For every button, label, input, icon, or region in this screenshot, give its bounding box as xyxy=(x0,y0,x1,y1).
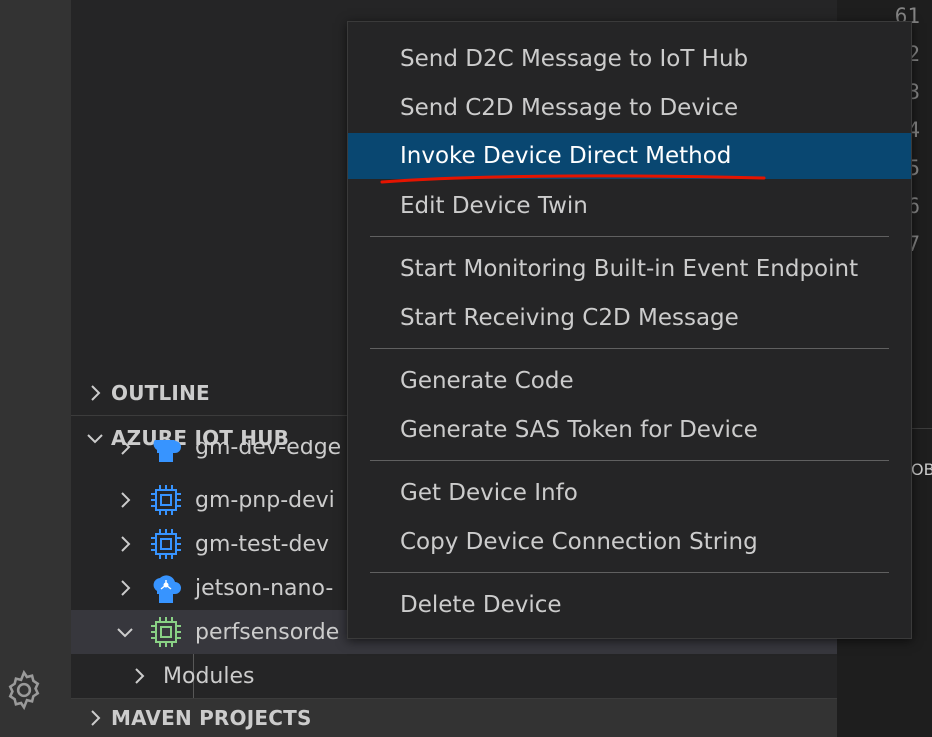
edge-device-icon xyxy=(153,440,181,462)
activity-bar xyxy=(0,0,71,737)
tree-row-modules[interactable]: Modules xyxy=(71,654,837,698)
device-label: gm-dev-edge xyxy=(195,440,342,460)
outline-label: OUTLINE xyxy=(111,381,210,405)
device-label: perfsensorde xyxy=(195,619,340,645)
menu-item-send-c2d[interactable]: Send C2D Message to Device xyxy=(348,85,911,131)
chip-device-icon-green xyxy=(151,617,181,647)
menu-separator xyxy=(370,348,889,349)
maven-projects-section-header[interactable]: MAVEN PROJECTS xyxy=(71,698,837,737)
device-label: gm-pnp-devi xyxy=(195,487,335,513)
device-label: gm-test-dev xyxy=(195,531,330,557)
chevron-right-icon xyxy=(121,536,131,552)
chevron-right-icon xyxy=(91,385,101,401)
menu-item-get-device-info[interactable]: Get Device Info xyxy=(348,470,911,516)
menu-item-start-receiving-c2d[interactable]: Start Receiving C2D Message xyxy=(348,295,911,341)
modules-label: Modules xyxy=(163,663,255,689)
menu-item-start-monitoring[interactable]: Start Monitoring Built-in Event Endpoint xyxy=(348,246,911,292)
menu-item-delete-device[interactable]: Delete Device xyxy=(348,582,911,628)
chip-device-icon xyxy=(151,485,181,515)
edge-device-icon xyxy=(153,575,181,603)
menu-item-edit-device-twin[interactable]: Edit Device Twin xyxy=(348,183,911,229)
chevron-right-icon xyxy=(121,580,131,596)
maven-projects-label: MAVEN PROJECTS xyxy=(111,706,312,730)
chevron-down-icon xyxy=(117,628,133,638)
menu-separator xyxy=(370,572,889,573)
menu-separator xyxy=(370,460,889,461)
gear-icon[interactable] xyxy=(2,668,46,712)
context-menu: Send D2C Message to IoT Hub Send C2D Mes… xyxy=(347,21,912,639)
chevron-right-icon xyxy=(121,492,131,508)
red-annotation-underline xyxy=(380,174,766,184)
menu-item-send-d2c[interactable]: Send D2C Message to IoT Hub xyxy=(348,36,911,82)
menu-item-generate-code[interactable]: Generate Code xyxy=(348,358,911,404)
menu-item-generate-sas-token[interactable]: Generate SAS Token for Device xyxy=(348,407,911,453)
chevron-right-icon xyxy=(135,668,145,684)
editor-text-fragment: OB xyxy=(911,460,932,479)
chip-device-icon xyxy=(151,529,181,559)
menu-separator xyxy=(370,236,889,237)
device-label: jetson-nano- xyxy=(195,575,334,601)
menu-item-copy-connection-string[interactable]: Copy Device Connection String xyxy=(348,519,911,565)
chevron-right-icon xyxy=(121,440,131,455)
chevron-right-icon xyxy=(91,710,101,726)
